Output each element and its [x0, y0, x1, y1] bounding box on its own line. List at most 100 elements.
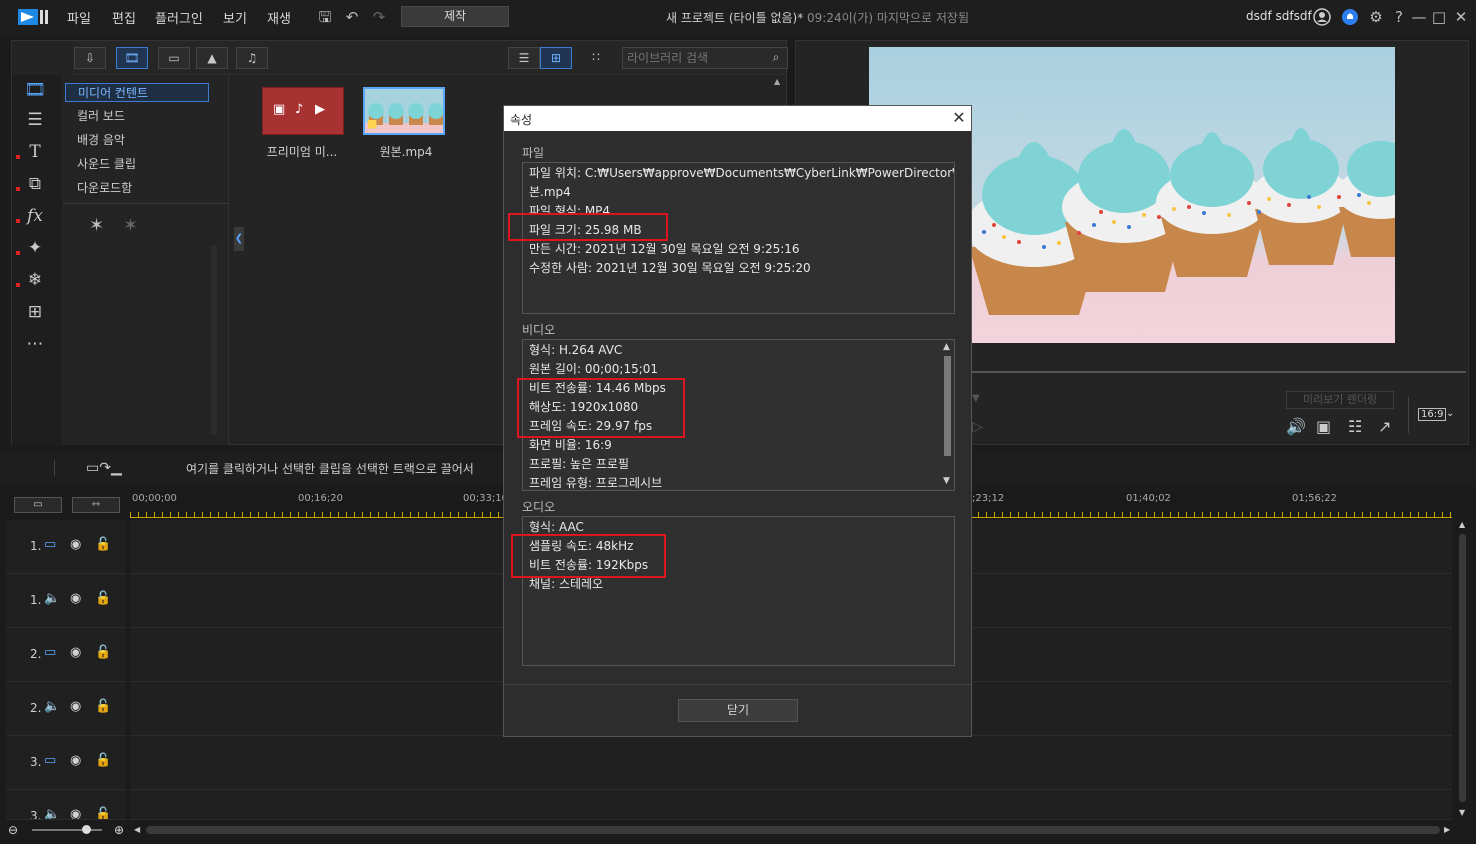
notification-icon[interactable]	[1341, 8, 1359, 26]
particle-room-icon[interactable]: ❄	[22, 269, 48, 291]
lock-icon[interactable]: 🔓	[95, 645, 111, 660]
minimize-icon[interactable]: —	[1410, 8, 1428, 26]
category-downloads[interactable]: 다운로드함	[65, 179, 209, 198]
undo-icon[interactable]: ↶	[343, 8, 361, 26]
menu-view[interactable]: 보기	[223, 8, 247, 27]
subtitle-room-icon[interactable]: ⊞	[22, 301, 48, 323]
menu-file[interactable]: 파일	[67, 8, 91, 27]
collapse-panel-icon[interactable]: ❮	[234, 227, 244, 251]
menu-playback[interactable]: 재생	[267, 8, 291, 27]
grid-view-icon[interactable]: ⊞	[540, 47, 572, 69]
maximize-icon[interactable]: □	[1430, 8, 1448, 26]
snapshot-camera-icon[interactable]: ▣	[1316, 417, 1331, 436]
menu-edit[interactable]: 편집	[112, 8, 136, 27]
dropdown-arrow-icon[interactable]: ▼	[972, 393, 980, 404]
produce-button[interactable]: 제작	[401, 6, 509, 27]
preview-seek-bar[interactable]	[972, 371, 1466, 373]
scroll-left-arrow-icon[interactable]: ◀	[134, 825, 140, 834]
eye-icon[interactable]: ◉	[70, 699, 81, 714]
zoom-in-icon[interactable]: ⊕	[114, 823, 124, 837]
highlight-box-video-specs	[517, 378, 685, 438]
media-filter-icon[interactable]: 🎞	[116, 47, 148, 69]
menu-plugins[interactable]: 플러그인	[155, 8, 203, 27]
fit-timeline-icon[interactable]: ⇿	[72, 497, 120, 513]
lock-icon[interactable]: 🔓	[95, 753, 111, 768]
chevron-down-icon[interactable]: ⌄	[1446, 408, 1454, 419]
undock-preview-icon[interactable]: ↗	[1378, 417, 1391, 436]
aspect-ratio-selector[interactable]: 16:9	[1418, 408, 1447, 421]
zoom-out-icon[interactable]: ⊖	[8, 823, 18, 837]
close-button[interactable]: 닫기	[678, 699, 798, 722]
ruler-tick-label: 01;56;22	[1292, 493, 1337, 504]
video-filter-icon[interactable]: ▭	[158, 47, 190, 69]
subtitle-icon[interactable]: ☷	[1348, 417, 1362, 436]
lock-icon[interactable]: 🔓	[95, 699, 111, 714]
remove-tag-icon[interactable]: ✶	[123, 215, 138, 236]
track-row[interactable]	[130, 736, 1452, 790]
scroll-up-arrow-icon[interactable]: ▲	[774, 77, 780, 86]
next-frame-icon[interactable]: ▷	[972, 419, 983, 435]
image-filter-icon[interactable]: ▲	[196, 47, 228, 69]
category-scrollbar[interactable]	[211, 245, 217, 435]
category-background-music[interactable]: 배경 음악	[65, 131, 209, 150]
audio-filter-icon[interactable]: ♫	[236, 47, 268, 69]
eye-icon[interactable]: ◉	[70, 537, 81, 552]
dialog-title: 속성	[510, 113, 533, 127]
template-room-icon[interactable]: ☰	[22, 109, 48, 131]
scroll-down-arrow-icon[interactable]: ▼	[1459, 808, 1465, 817]
media-room-icon[interactable]: 🎞	[22, 79, 48, 101]
timeline-horizontal-scrollbar[interactable]	[146, 826, 1440, 834]
audio-section-label: 오디오	[522, 500, 556, 514]
video-format: 형식: H.264 AVC	[529, 343, 623, 357]
window-close-icon[interactable]: ✕	[1452, 8, 1470, 26]
add-tag-icon[interactable]: ✶	[89, 215, 104, 236]
settings-gear-icon[interactable]: ⚙	[1367, 8, 1385, 26]
video-duration: 원본 길이: 00;00;15;01	[529, 362, 659, 376]
eye-icon[interactable]: ◉	[70, 753, 81, 768]
import-media-icon[interactable]: ⇩	[74, 47, 106, 69]
lock-icon[interactable]: 🔓	[95, 537, 111, 552]
divider	[63, 203, 229, 204]
file-location: 파일 위치: C:₩Users₩approve₩Documents₩CyberL…	[529, 166, 955, 180]
track-head: 2. 🔈 ◉ 🔓	[6, 682, 126, 736]
scroll-thumb[interactable]	[1459, 534, 1466, 802]
search-icon[interactable]: ⌕	[760, 47, 792, 69]
track-manager-icon[interactable]: ▭	[14, 497, 62, 513]
redo-icon[interactable]: ↷	[370, 8, 388, 26]
storyboard-toggle-icon[interactable]: ▭↷▁	[86, 460, 122, 476]
effect-room-icon[interactable]: fx	[22, 205, 48, 227]
eye-icon[interactable]: ◉	[70, 645, 81, 660]
list-view-icon[interactable]: ☰	[508, 47, 540, 69]
category-color-board[interactable]: 컬러 보드	[65, 107, 209, 126]
save-icon[interactable]: 🖫	[316, 8, 334, 26]
preview-render-button[interactable]: 미리보기 렌더링	[1286, 391, 1394, 409]
more-icon[interactable]: ⋯	[22, 333, 48, 355]
premium-media-thumbnail[interactable]: ▣ ♪ ▶	[262, 87, 344, 135]
transition-room-icon[interactable]: ⧉	[22, 173, 48, 195]
dialog-close-icon[interactable]: ✕	[950, 108, 968, 127]
eye-icon[interactable]: ◉	[70, 591, 81, 606]
track-head: 1. ▭ ◉ 🔓	[6, 520, 126, 574]
category-media-content[interactable]: 미디어 컨텐트	[65, 83, 209, 102]
more-options-icon[interactable]: ∷	[580, 47, 612, 69]
help-icon[interactable]: ?	[1390, 8, 1408, 26]
scroll-up-arrow-icon[interactable]: ▲	[943, 342, 950, 352]
lock-icon[interactable]: 🔓	[95, 591, 111, 606]
account-icon[interactable]	[1313, 8, 1331, 26]
scroll-down-arrow-icon[interactable]: ▼	[943, 476, 950, 486]
timeline-vertical-scrollbar[interactable]: ▲ ▼	[1458, 520, 1468, 820]
category-sound-clips[interactable]: 사운드 클립	[65, 155, 209, 174]
original-mp4-thumbnail[interactable]: ■	[363, 87, 445, 135]
scroll-right-arrow-icon[interactable]: ▶	[1444, 825, 1450, 834]
lock-icon[interactable]: 🔓	[95, 807, 111, 819]
zoom-slider[interactable]	[32, 829, 102, 831]
track-row[interactable]	[130, 790, 1452, 820]
pip-room-icon[interactable]: ✦	[22, 237, 48, 259]
title-room-icon[interactable]: T	[22, 141, 48, 163]
scroll-up-arrow-icon[interactable]: ▲	[1459, 520, 1465, 529]
scroll-thumb[interactable]	[944, 356, 951, 456]
rail-indicator	[16, 155, 20, 159]
volume-icon[interactable]: 🔊	[1286, 417, 1306, 436]
zoom-slider-handle[interactable]	[82, 825, 91, 834]
eye-icon[interactable]: ◉	[70, 807, 81, 819]
